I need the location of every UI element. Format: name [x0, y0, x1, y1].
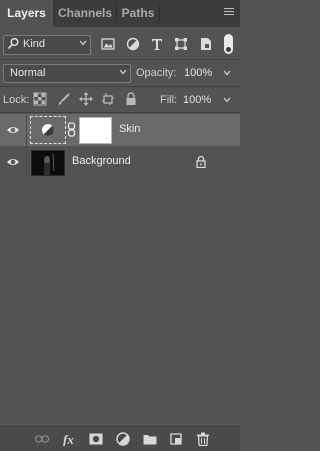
opacity-field[interactable]: 100%: [184, 67, 212, 79]
link-mask-icon[interactable]: [67, 122, 76, 137]
tab-channels[interactable]: Channels: [54, 0, 116, 27]
visibility-divider: [26, 114, 27, 146]
lock-image-pixels-icon[interactable]: [57, 92, 71, 106]
adjustment-layer-thumbnail[interactable]: [30, 116, 66, 144]
chevron-down-icon[interactable]: [223, 70, 231, 76]
fill-field[interactable]: 100%: [183, 94, 211, 106]
link-layers-icon[interactable]: [35, 432, 49, 446]
new-group-icon[interactable]: [143, 432, 157, 446]
fx-icon[interactable]: fx: [63, 432, 77, 446]
new-layer-icon[interactable]: [169, 432, 183, 446]
layer-row-skin[interactable]: Skin: [0, 114, 240, 146]
fill-label: Fill:: [160, 94, 178, 106]
layer-row-background[interactable]: Background: [0, 146, 240, 178]
panel-tab-bar: Layers Channels Paths: [0, 0, 240, 27]
blend-mode-select[interactable]: Normal: [3, 64, 131, 83]
shape-filter-icon[interactable]: [174, 37, 188, 51]
eye-icon[interactable]: [6, 155, 20, 169]
photo-thumbnail-image: [44, 153, 55, 175]
tab-divider: [159, 5, 160, 22]
new-adjustment-icon[interactable]: [116, 432, 130, 446]
lock-position-icon[interactable]: [79, 92, 93, 106]
divider: [0, 86, 240, 87]
lock-icon[interactable]: [195, 155, 207, 168]
search-icon: [7, 38, 19, 50]
layer-name-skin[interactable]: Skin: [119, 123, 140, 135]
smart-object-filter-icon[interactable]: [199, 37, 213, 51]
lock-transparent-pixels-icon[interactable]: [33, 92, 47, 106]
lock-all-icon[interactable]: [124, 92, 138, 106]
lock-artboard-icon[interactable]: [101, 92, 115, 106]
visibility-divider: [26, 146, 27, 178]
chevron-down-icon[interactable]: [223, 97, 231, 103]
tab-layers[interactable]: Layers: [0, 0, 53, 27]
image-filter-icon[interactable]: [101, 37, 115, 51]
eye-icon[interactable]: [6, 123, 20, 137]
delete-icon[interactable]: [196, 432, 210, 446]
add-mask-icon[interactable]: [89, 432, 103, 446]
filter-kind-select[interactable]: Kind: [3, 35, 91, 55]
layer-mask-thumbnail[interactable]: [79, 117, 112, 144]
adjustment-icon: [42, 124, 54, 136]
divider: [0, 59, 240, 60]
chevron-down-icon: [119, 69, 127, 75]
adjustment-filter-icon[interactable]: [126, 37, 140, 51]
blend-mode-value: Normal: [10, 67, 46, 79]
chevron-down-icon: [79, 40, 87, 46]
divider: [0, 112, 240, 113]
filter-kind-label: Kind: [23, 38, 46, 50]
background-layer-thumbnail[interactable]: [31, 150, 65, 176]
type-filter-icon[interactable]: [150, 37, 164, 51]
svg-text:fx: fx: [63, 432, 74, 446]
layers-panel-footer: fx: [0, 426, 240, 451]
hamburger-menu-icon[interactable]: [224, 8, 234, 18]
layer-name-background[interactable]: Background: [72, 155, 131, 167]
opacity-label: Opacity:: [136, 67, 177, 79]
lock-label: Lock:: [3, 94, 30, 106]
tab-paths[interactable]: Paths: [117, 0, 159, 27]
filter-toggle-switch[interactable]: [224, 34, 233, 54]
